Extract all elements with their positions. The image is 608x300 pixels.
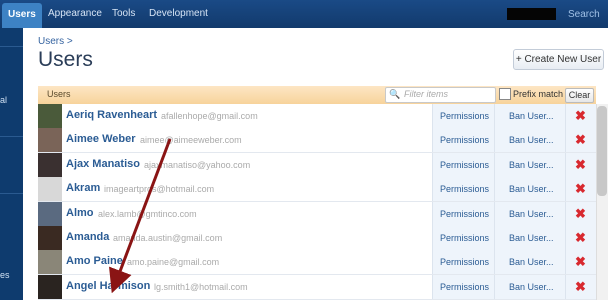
arrow-line (109, 138, 172, 294)
annotation-arrow (109, 138, 172, 294)
